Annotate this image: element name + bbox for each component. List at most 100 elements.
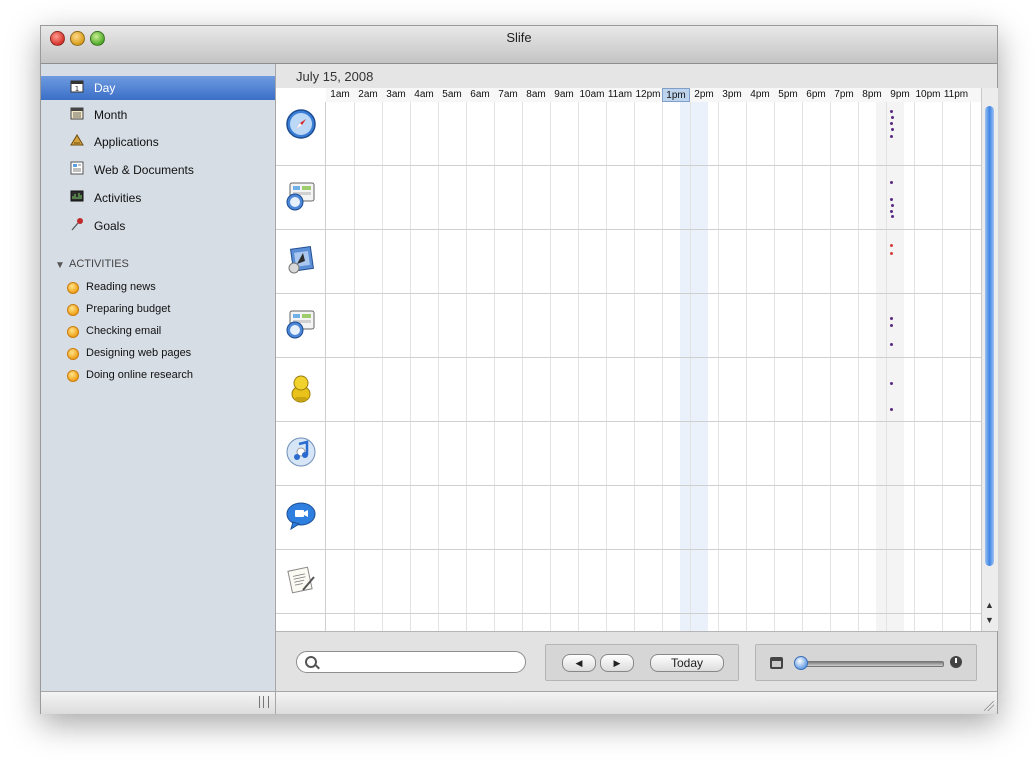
title-bar[interactable]: Slife bbox=[41, 26, 997, 64]
activity-dot[interactable] bbox=[890, 252, 893, 255]
hour-label[interactable]: 10pm bbox=[914, 88, 942, 102]
calendar-15-icon bbox=[770, 657, 783, 669]
app-icon-cell bbox=[276, 230, 326, 294]
activity-dot[interactable] bbox=[890, 317, 893, 320]
hour-label[interactable]: 4am bbox=[410, 88, 438, 102]
activity-dot[interactable] bbox=[890, 408, 893, 411]
safari-icon[interactable] bbox=[285, 108, 317, 140]
activity-label: Doing online research bbox=[86, 369, 194, 381]
app-row[interactable] bbox=[276, 102, 981, 166]
sidebar-item-label: Month bbox=[94, 108, 128, 122]
hour-label[interactable]: 4pm bbox=[746, 88, 774, 102]
activity-dot[interactable] bbox=[891, 128, 894, 131]
vertical-scrollbar[interactable]: ▲ ▼ bbox=[981, 88, 998, 631]
window-resize-grip-icon[interactable] bbox=[984, 701, 994, 711]
activity-dot[interactable] bbox=[890, 324, 893, 327]
goals-pin-icon bbox=[71, 218, 83, 231]
app-row[interactable] bbox=[276, 486, 981, 550]
activity-dot[interactable] bbox=[890, 210, 893, 213]
scroll-up-arrow-icon[interactable]: ▲ bbox=[985, 600, 994, 610]
hour-label-selected[interactable]: 1pm bbox=[662, 88, 690, 102]
hour-label[interactable]: 6pm bbox=[802, 88, 830, 102]
app-icon-cell bbox=[276, 486, 326, 550]
hour-label[interactable]: 9am bbox=[550, 88, 578, 102]
previous-day-button[interactable]: ◀ bbox=[562, 654, 596, 672]
activity-dot[interactable] bbox=[890, 135, 893, 138]
navigation-group: ◀ ▶ Today bbox=[545, 644, 739, 681]
hour-label[interactable]: 11am bbox=[606, 88, 634, 102]
app-row[interactable] bbox=[276, 230, 981, 294]
hour-label[interactable]: 1am bbox=[326, 88, 354, 102]
sidebar-item-label: Activities bbox=[94, 191, 142, 205]
hour-label[interactable]: 9pm bbox=[886, 88, 914, 102]
sidebar-item-applications[interactable]: Applications bbox=[41, 130, 275, 154]
mail-icon[interactable] bbox=[285, 244, 317, 276]
sidebar-footer bbox=[41, 691, 276, 714]
bottom-toolbar: ◀ ▶ Today bbox=[276, 631, 997, 692]
day-view: July 15, 2008 1am 2am 3am 4am 5am 6am 7a… bbox=[276, 64, 998, 692]
app-row[interactable] bbox=[276, 294, 981, 358]
scroll-down-arrow-icon[interactable]: ▼ bbox=[985, 615, 994, 625]
split-resize-grip-icon[interactable] bbox=[259, 696, 269, 708]
activity-item[interactable]: Preparing budget bbox=[41, 300, 275, 320]
hour-label[interactable]: 8pm bbox=[858, 88, 886, 102]
activity-dot[interactable] bbox=[890, 122, 893, 125]
app-row[interactable] bbox=[276, 422, 981, 486]
hour-label[interactable]: 10am bbox=[578, 88, 606, 102]
search-icon bbox=[305, 656, 317, 668]
hour-label[interactable]: 11pm bbox=[942, 88, 970, 102]
app-icon-cell bbox=[276, 102, 326, 166]
today-button[interactable]: Today bbox=[650, 654, 724, 672]
activity-dot[interactable] bbox=[890, 382, 893, 385]
textedit-icon[interactable] bbox=[285, 564, 317, 596]
activity-dot[interactable] bbox=[891, 215, 894, 218]
activity-item[interactable]: Doing online research bbox=[41, 366, 275, 386]
hour-label[interactable]: 3pm bbox=[718, 88, 746, 102]
hour-label[interactable]: 6am bbox=[466, 88, 494, 102]
app-row[interactable] bbox=[276, 166, 981, 230]
activity-dot[interactable] bbox=[890, 110, 893, 113]
app-row[interactable] bbox=[276, 358, 981, 422]
sidebar-item-goals[interactable]: Goals bbox=[41, 214, 275, 238]
activity-dot[interactable] bbox=[890, 244, 893, 247]
dashboard-icon[interactable] bbox=[285, 180, 317, 212]
hour-label[interactable]: 5pm bbox=[774, 88, 802, 102]
sidebar-item-label: Day bbox=[94, 81, 116, 95]
activity-item[interactable]: Checking email bbox=[41, 322, 275, 342]
date-bar: July 15, 2008 bbox=[276, 64, 997, 88]
search-field[interactable] bbox=[296, 651, 526, 673]
adium-icon[interactable] bbox=[285, 372, 317, 404]
hour-label[interactable]: 2pm bbox=[690, 88, 718, 102]
hour-label[interactable]: 5am bbox=[438, 88, 466, 102]
scrollbar-thumb[interactable] bbox=[985, 106, 994, 566]
sidebar-item-day[interactable]: 1 Day bbox=[41, 76, 275, 100]
hour-label[interactable]: 7pm bbox=[830, 88, 858, 102]
hour-label[interactable]: 12pm bbox=[634, 88, 662, 102]
activity-dot-icon bbox=[67, 282, 79, 294]
zoom-slider-knob[interactable] bbox=[794, 656, 808, 670]
itunes-icon[interactable] bbox=[285, 436, 317, 468]
activity-item[interactable]: Designing web pages bbox=[41, 344, 275, 364]
hour-label[interactable]: 7am bbox=[494, 88, 522, 102]
sidebar-item-month[interactable]: Month bbox=[41, 103, 275, 127]
zoom-slider-track[interactable] bbox=[802, 661, 944, 667]
activity-dot[interactable] bbox=[890, 343, 893, 346]
hour-label[interactable]: 3am bbox=[382, 88, 410, 102]
hour-label[interactable]: 2am bbox=[354, 88, 382, 102]
activity-item[interactable]: Reading news bbox=[41, 278, 275, 298]
ichat-icon[interactable] bbox=[285, 500, 317, 532]
activity-dot[interactable] bbox=[891, 116, 894, 119]
activity-dot[interactable] bbox=[890, 181, 893, 184]
activity-dot[interactable] bbox=[891, 204, 894, 207]
sidebar-item-web-documents[interactable]: Web & Documents bbox=[41, 158, 275, 182]
next-day-button[interactable]: ▶ bbox=[600, 654, 634, 672]
activity-dot[interactable] bbox=[890, 198, 893, 201]
section-disclosure-triangle[interactable]: ▼ bbox=[55, 260, 65, 271]
activity-label: Preparing budget bbox=[86, 303, 171, 315]
timeline-grid[interactable] bbox=[276, 102, 981, 631]
app-row[interactable] bbox=[276, 550, 981, 614]
app-row[interactable] bbox=[276, 614, 981, 631]
sidebar-item-activities[interactable]: Activities bbox=[41, 186, 275, 210]
hour-label[interactable]: 8am bbox=[522, 88, 550, 102]
dashboard-icon[interactable] bbox=[285, 308, 317, 340]
